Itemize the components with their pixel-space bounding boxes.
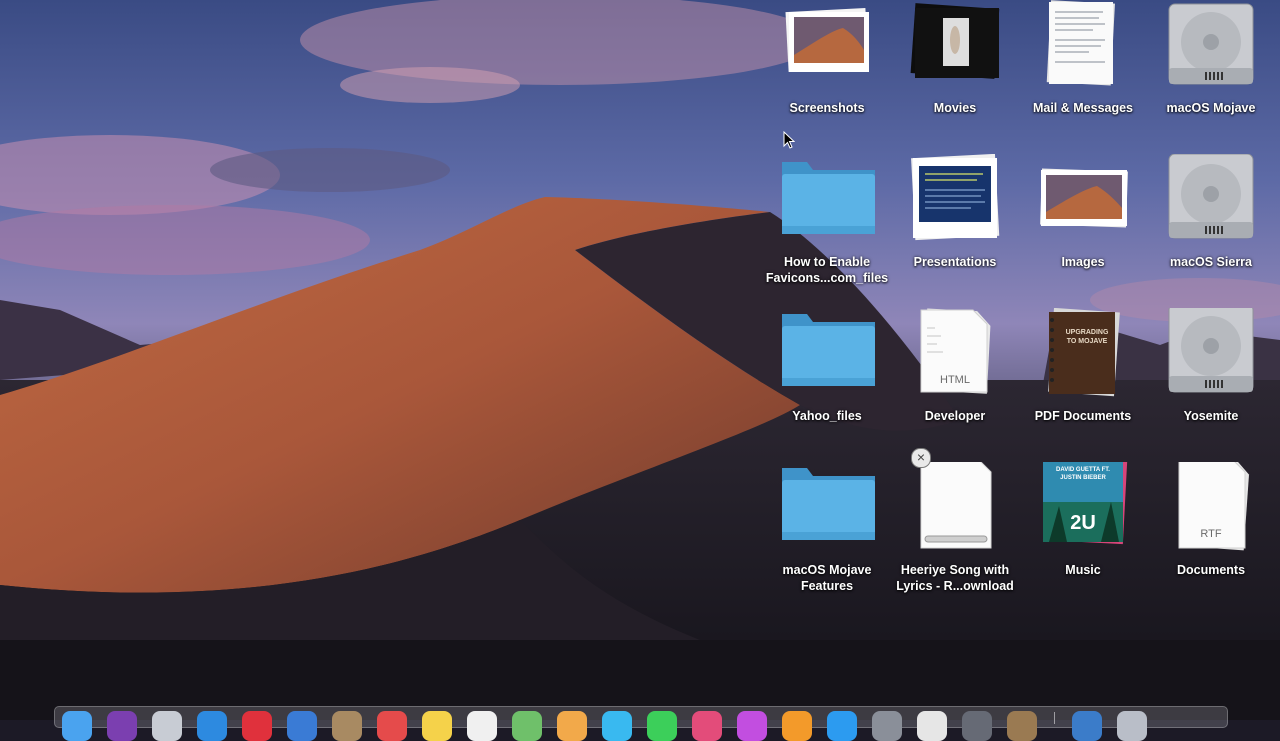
facetime-icon[interactable] (647, 711, 677, 741)
messages-icon[interactable] (602, 711, 632, 741)
photo-stack-icon (1040, 168, 1128, 228)
folder-icon (782, 314, 875, 386)
desktop-item-label: Heeriye Song with Lyrics - R...ownload (896, 563, 1014, 593)
desktop-item-yosemite[interactable]: Yosemite (1147, 308, 1275, 428)
desktop-item-label: PDF Documents (1034, 409, 1132, 423)
launchpad-icon[interactable] (152, 711, 182, 741)
desktop-item-label: Presentations (913, 255, 997, 269)
reminders-icon[interactable] (467, 711, 497, 741)
app-store-icon[interactable] (827, 711, 857, 741)
desktop-item-music[interactable]: DAVID GUETTA FT. JUSTIN BIEBER 2U Music (1019, 462, 1147, 582)
desktop-item-developer[interactable]: HTML Developer (891, 308, 1019, 428)
desktop-item-label: Yahoo_files (792, 409, 862, 423)
podcasts-icon[interactable] (737, 711, 767, 741)
desktop-item-label: macOS Mojave Features (782, 563, 872, 593)
desktop-item-label: Screenshots (789, 101, 865, 115)
mouse-cursor-icon (783, 131, 795, 149)
rtf-document-stack-icon (1178, 462, 1250, 551)
downloads-stack-icon[interactable] (1072, 711, 1102, 741)
notes-icon[interactable] (422, 711, 452, 741)
photos-icon[interactable] (557, 711, 587, 741)
hard-drive-icon (1168, 3, 1254, 85)
desktop-item-label: Movies (933, 101, 977, 115)
desktop-item-label: Images (1061, 255, 1105, 269)
desktop-item-pdf-documents[interactable]: UPGRADING TO MOJAVE PDF Documents (1019, 308, 1147, 428)
system-preferences-icon[interactable] (872, 711, 902, 741)
folder-icon (782, 468, 875, 540)
mail-icon[interactable] (287, 711, 317, 741)
desktop-item-movies[interactable]: Movies (891, 0, 1019, 120)
desktop-item-presentations[interactable]: Presentations (891, 154, 1019, 274)
desktop-item-documents[interactable]: RTF Documents (1147, 462, 1275, 582)
folder-icon (782, 162, 875, 234)
books-icon[interactable] (782, 711, 812, 741)
dock (54, 706, 1228, 728)
itunes-icon[interactable] (692, 711, 722, 741)
html-document-stack-icon (920, 308, 991, 394)
desktop-item-macos-mojave[interactable]: macOS Mojave (1147, 0, 1275, 120)
contacts-icon[interactable] (332, 711, 362, 741)
desktop-item-images[interactable]: Images (1019, 154, 1147, 274)
desktop[interactable]: Screenshots Movies Mail & Messages macOS… (0, 0, 1280, 741)
desktop-item-label: How to Enable Favicons...com_files (765, 255, 889, 285)
album-artist-text: DAVID GUETTA FT. JUSTIN BIEBER (1056, 467, 1110, 481)
album-title-text: 2U (1070, 512, 1096, 534)
textedit-icon[interactable] (917, 711, 947, 741)
disk-utility-icon[interactable] (962, 711, 992, 741)
movie-stack-icon (910, 3, 1000, 79)
siri-icon[interactable] (107, 711, 137, 741)
document-stack-icon (1046, 0, 1115, 86)
desktop-item-label: Documents (1176, 563, 1246, 577)
preview-icon[interactable] (1007, 711, 1037, 741)
desktop-item-label: macOS Mojave (1166, 101, 1256, 115)
desktop-item-label: Developer (924, 409, 986, 423)
photo-stack-icon (785, 7, 869, 73)
dock-separator (1054, 712, 1055, 724)
calendar-icon[interactable] (377, 711, 407, 741)
desktop-item-macos-sierra[interactable]: macOS Sierra (1147, 154, 1275, 274)
desktop-item-label: Music (1065, 563, 1101, 577)
maps-icon[interactable] (512, 711, 542, 741)
rtf-badge: RTF (1200, 528, 1222, 540)
html-badge: HTML (940, 374, 970, 386)
pdf-cover-text: UPGRADING TO MOJAVE (1065, 329, 1109, 345)
desktop-item-yahoo-files[interactable]: Yahoo_files (763, 308, 891, 428)
desktop-item-heeriye-download[interactable]: × Heeriye Song with Lyrics - R...ownload (891, 448, 1019, 598)
hard-drive-icon (1168, 154, 1254, 239)
desktop-item-label: Yosemite (1183, 409, 1239, 423)
presentation-stack-icon (911, 154, 1000, 241)
desktop-item-screenshots[interactable]: Screenshots (763, 0, 891, 120)
downloading-file-icon (920, 462, 992, 549)
pdf-stack-icon (1048, 308, 1120, 397)
trash-icon[interactable] (1117, 711, 1147, 741)
desktop-item-favicons-folder[interactable]: How to Enable Favicons...com_files (763, 154, 891, 290)
safari-icon[interactable] (197, 711, 227, 741)
hard-drive-icon (1168, 308, 1254, 393)
desktop-item-label: Mail & Messages (1032, 101, 1134, 115)
desktop-item-label: macOS Sierra (1170, 255, 1252, 269)
desktop-item-mojave-features[interactable]: macOS Mojave Features (763, 462, 891, 598)
cancel-download-button[interactable]: × (911, 448, 931, 468)
finder-icon[interactable] (62, 711, 92, 741)
music-icon[interactable] (242, 711, 272, 741)
desktop-item-mail-messages[interactable]: Mail & Messages (1019, 0, 1147, 120)
